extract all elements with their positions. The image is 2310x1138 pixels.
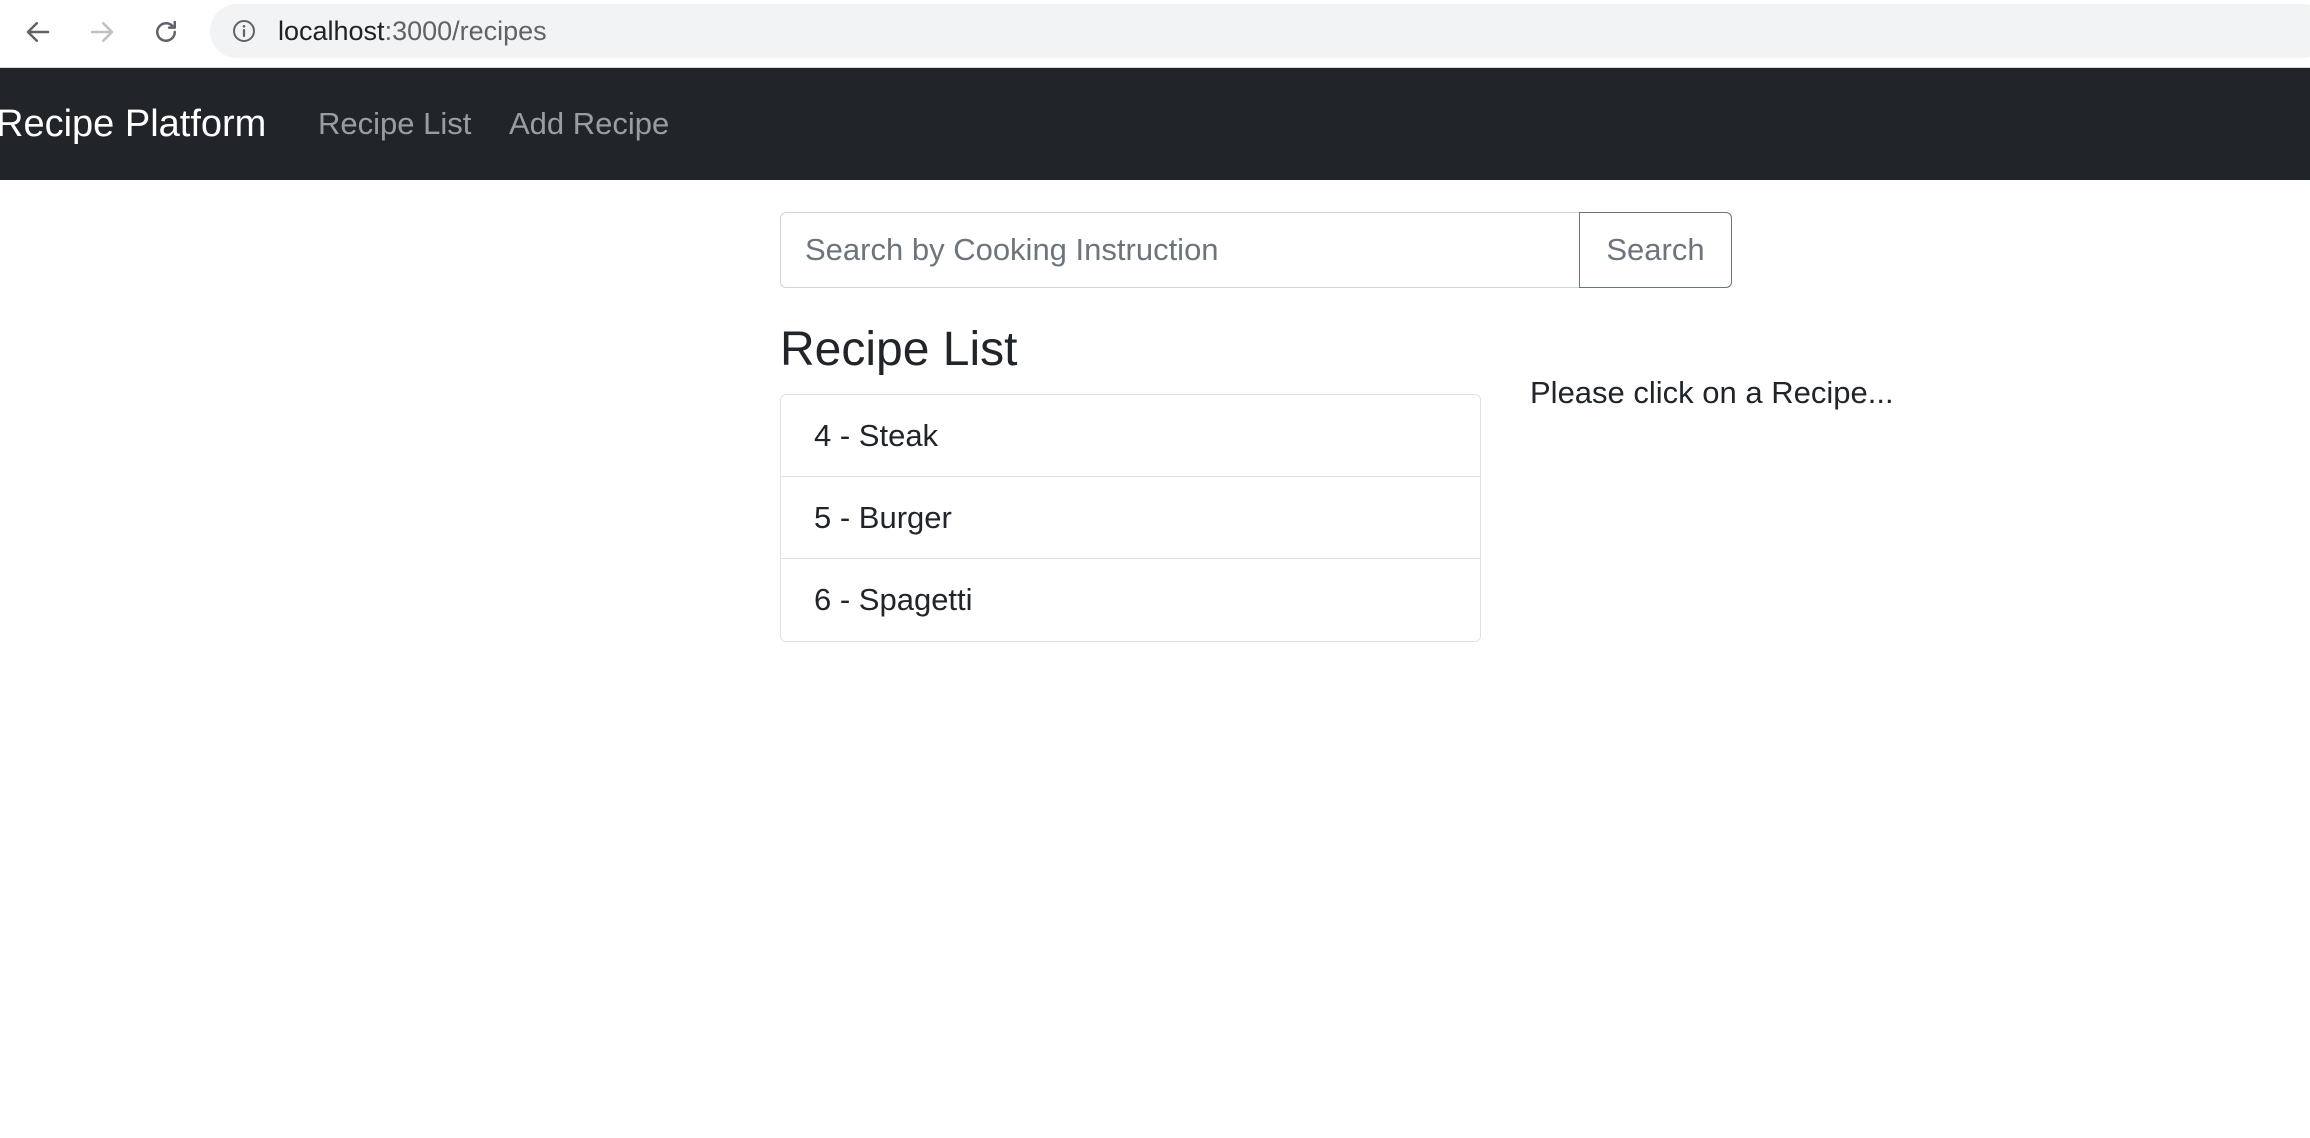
search-input[interactable] bbox=[780, 212, 1582, 288]
recipe-detail-hint: Please click on a Recipe... bbox=[1530, 375, 1894, 410]
address-bar[interactable]: localhost:3000/recipes bbox=[210, 4, 2310, 58]
recipe-list-item[interactable]: 6 - Spagetti bbox=[781, 559, 1480, 641]
info-icon[interactable] bbox=[232, 19, 256, 43]
reload-icon bbox=[156, 20, 176, 42]
url-text: localhost:3000/recipes bbox=[278, 16, 547, 46]
recipe-list: 4 - Steak 5 - Burger 6 - Spagetti bbox=[780, 394, 1481, 642]
search-button[interactable]: Search bbox=[1579, 212, 1732, 288]
back-button[interactable] bbox=[16, 10, 60, 54]
recipe-list-title: Recipe List bbox=[780, 323, 1018, 376]
nav-link-recipe-list[interactable]: Recipe List bbox=[318, 105, 471, 143]
back-arrow-icon bbox=[26, 22, 50, 42]
url-host: localhost bbox=[278, 16, 385, 46]
recipe-list-item[interactable]: 4 - Steak bbox=[781, 395, 1480, 477]
recipe-list-item[interactable]: 5 - Burger bbox=[781, 477, 1480, 559]
app-navbar: Recipe Platform Recipe List Add Recipe bbox=[0, 68, 2310, 180]
browser-toolbar: localhost:3000/recipes bbox=[0, 0, 2310, 68]
forward-arrow-icon bbox=[90, 22, 114, 42]
nav-link-add-recipe[interactable]: Add Recipe bbox=[509, 105, 669, 143]
reload-button[interactable] bbox=[144, 10, 188, 54]
url-path: :3000/recipes bbox=[384, 16, 547, 46]
navbar-brand[interactable]: Recipe Platform bbox=[0, 102, 266, 146]
forward-button[interactable] bbox=[80, 10, 124, 54]
